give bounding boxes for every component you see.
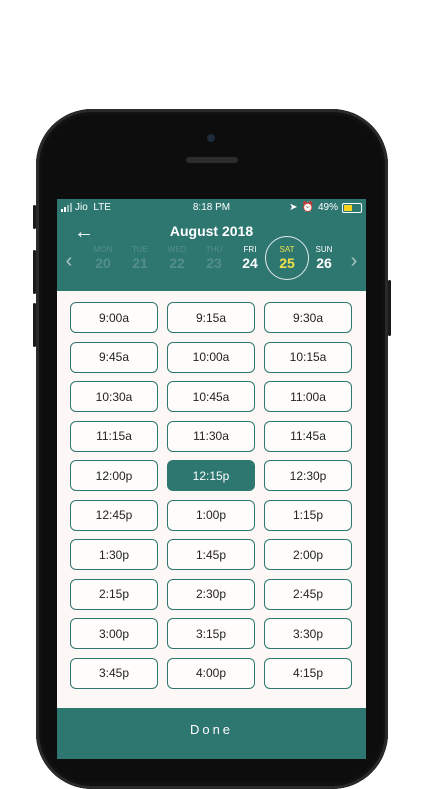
front-camera: [207, 134, 215, 142]
time-slot[interactable]: 1:00p: [167, 499, 255, 531]
day-of-week-label: SUN: [315, 245, 333, 254]
time-slot[interactable]: 2:30p: [167, 578, 255, 610]
date-header: Jio LTE 8:18 PM ➤ ⏰ 49% ← August 2018 ‹ …: [57, 199, 366, 291]
day-number: 22: [169, 255, 185, 271]
time-slot[interactable]: 11:15a: [70, 420, 158, 452]
alarm-icon: ⏰: [301, 202, 314, 213]
power-button: [388, 280, 391, 336]
day-of-week-label: MON: [93, 245, 113, 254]
day-22: WED 22: [157, 244, 197, 271]
day-number: 26: [316, 255, 332, 271]
time-slot[interactable]: 3:15p: [167, 618, 255, 649]
time-slot[interactable]: 10:15a: [264, 341, 352, 373]
time-slot[interactable]: 9:30a: [264, 302, 352, 333]
day-of-week-label: THU: [205, 245, 223, 254]
time-slot-grid: 9:00a 9:15a 9:30a 9:45a 10:00a 10:15a 10:30a 10…: [70, 302, 353, 689]
day-23: THU 23: [194, 244, 234, 271]
time-slot[interactable]: 11:30a: [167, 420, 255, 452]
day-number: 20: [95, 255, 111, 271]
day-number: 23: [206, 255, 222, 271]
day-24[interactable]: FRI 24: [230, 244, 270, 271]
time-slot[interactable]: 9:00a: [70, 302, 158, 333]
location-icon: ➤: [289, 202, 298, 213]
time-slot[interactable]: 3:45p: [70, 657, 158, 689]
time-slot[interactable]: 1:15p: [264, 499, 352, 531]
day-of-week-label: FRI: [243, 245, 257, 254]
time-slot[interactable]: 9:45a: [70, 341, 158, 373]
time-slot[interactable]: 2:00p: [264, 539, 352, 570]
day-26[interactable]: SUN 26: [304, 244, 344, 271]
time-slot[interactable]: 12:30p: [264, 460, 352, 491]
volume-down-button: [33, 303, 36, 347]
day-strip: MON 20 TUE 21 WED 22 THU 23 FRI 24 SAT 25 SUN 26: [83, 236, 344, 284]
time-slot[interactable]: 3:00p: [70, 618, 158, 649]
time-slot[interactable]: 2:15p: [70, 578, 158, 610]
time-slot-selected[interactable]: 12:15p: [167, 460, 255, 491]
time-slot[interactable]: 3:30p: [264, 618, 352, 649]
time-slot[interactable]: 1:45p: [167, 539, 255, 570]
day-20: MON 20: [83, 244, 123, 271]
day-number: 24: [242, 255, 258, 271]
time-slot[interactable]: 12:45p: [70, 499, 158, 531]
time-slot[interactable]: 2:45p: [264, 578, 352, 610]
time-slot[interactable]: 1:30p: [70, 539, 158, 570]
volume-up-button: [33, 250, 36, 294]
next-week-chevron-icon[interactable]: ›: [346, 249, 362, 273]
time-slot[interactable]: 10:00a: [167, 341, 255, 373]
mute-switch: [33, 205, 36, 229]
time-slot[interactable]: 4:00p: [167, 657, 255, 689]
prev-week-chevron-icon[interactable]: ‹: [61, 249, 77, 273]
battery-percent: 49%: [317, 202, 338, 213]
month-title: August 2018: [169, 223, 254, 239]
day-25[interactable]: SAT 25: [265, 236, 309, 280]
time-slot[interactable]: 4:15p: [264, 657, 352, 689]
time-slot[interactable]: 11:45a: [264, 420, 352, 452]
day-of-week-label: TUE: [132, 245, 148, 254]
day-number: 21: [132, 255, 148, 271]
earpiece-speaker: [186, 157, 238, 163]
done-button[interactable]: Done: [57, 708, 366, 759]
selected-day-ring: [265, 236, 309, 280]
status-bar: Jio LTE 8:18 PM ➤ ⏰ 49%: [57, 201, 366, 215]
app-screen: Jio LTE 8:18 PM ➤ ⏰ 49% ← August 2018 ‹ …: [57, 199, 366, 759]
day-21: TUE 21: [120, 244, 160, 271]
status-right: ➤ ⏰ 49%: [289, 202, 362, 213]
time-slot[interactable]: 9:15a: [167, 302, 255, 333]
time-slot[interactable]: 10:30a: [70, 381, 158, 412]
day-of-week-label: WED: [167, 245, 187, 254]
time-slot[interactable]: 10:45a: [167, 381, 255, 412]
battery-icon: [342, 202, 362, 213]
time-slot[interactable]: 12:00p: [70, 460, 158, 491]
time-slot[interactable]: 11:00a: [264, 381, 352, 412]
